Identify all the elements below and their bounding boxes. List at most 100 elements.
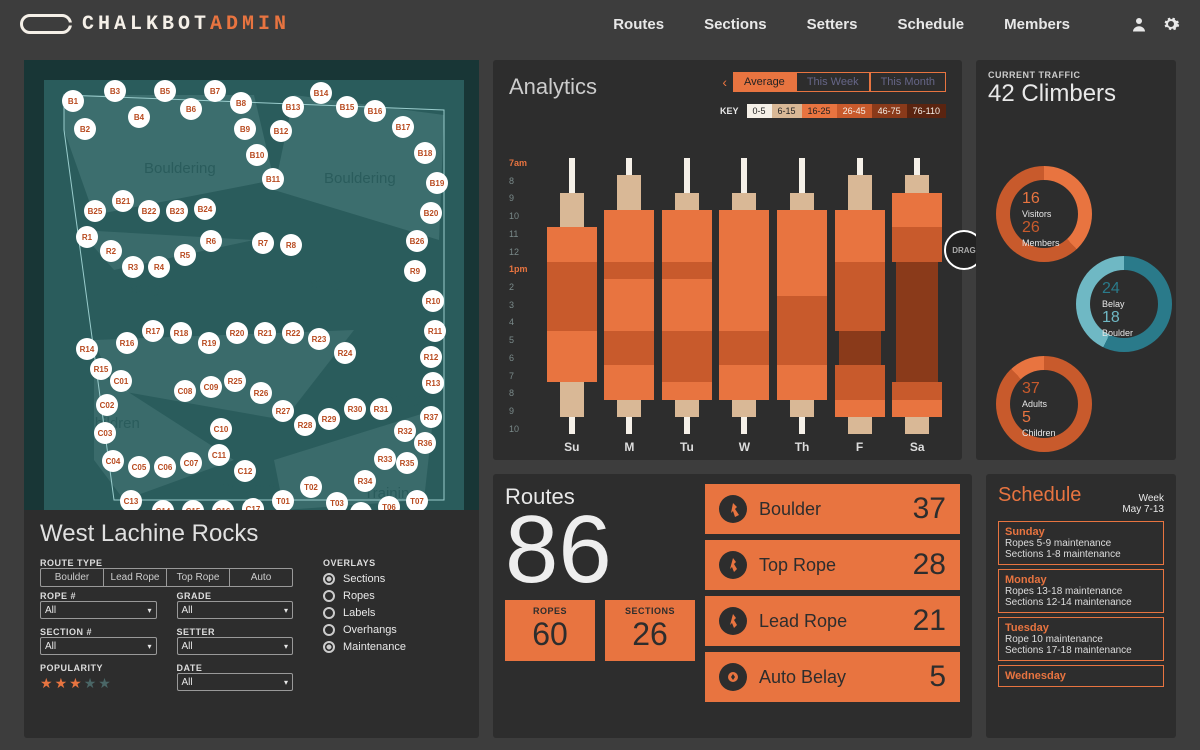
map-node[interactable]: R7 bbox=[252, 232, 274, 254]
star-icon[interactable]: ★ bbox=[69, 675, 82, 692]
map-node[interactable]: R8 bbox=[280, 234, 302, 256]
map-node[interactable]: B5 bbox=[154, 80, 176, 102]
map-node[interactable]: B2 bbox=[74, 118, 96, 140]
map-node[interactable]: R22 bbox=[282, 322, 304, 344]
map-node[interactable]: B7 bbox=[204, 80, 226, 102]
map-node[interactable]: R26 bbox=[250, 382, 272, 404]
star-icon[interactable]: ★ bbox=[55, 675, 68, 692]
rope-select[interactable]: All▾ bbox=[40, 601, 157, 619]
nav-routes[interactable]: Routes bbox=[613, 16, 664, 33]
map-node[interactable]: R17 bbox=[142, 320, 164, 342]
map-node[interactable]: B14 bbox=[310, 82, 332, 104]
map-node[interactable]: T02 bbox=[300, 476, 322, 498]
map-node[interactable]: R4 bbox=[148, 256, 170, 278]
map-node[interactable]: B9 bbox=[234, 118, 256, 140]
nav-schedule[interactable]: Schedule bbox=[897, 16, 964, 33]
map-node[interactable]: R1 bbox=[76, 226, 98, 248]
map-node[interactable]: T01 bbox=[272, 490, 294, 510]
map-node[interactable]: R18 bbox=[170, 322, 192, 344]
user-icon[interactable] bbox=[1130, 15, 1148, 33]
nav-setters[interactable]: Setters bbox=[807, 16, 858, 33]
schedule-day[interactable]: TuesdayRope 10 maintenanceSections 17-18… bbox=[998, 617, 1164, 661]
map-node[interactable]: R31 bbox=[370, 398, 392, 420]
route-type-auto[interactable]: Auto bbox=[230, 569, 292, 586]
map-node[interactable]: R12 bbox=[420, 346, 442, 368]
overlay-overhangs[interactable]: Overhangs bbox=[323, 624, 463, 636]
map-node[interactable]: R28 bbox=[294, 414, 316, 436]
schedule-day[interactable]: Wednesday bbox=[998, 665, 1164, 687]
tab-this-month[interactable]: This Month bbox=[870, 72, 946, 92]
star-icon[interactable]: ★ bbox=[84, 675, 97, 692]
map-node[interactable]: B15 bbox=[336, 96, 358, 118]
map-node[interactable]: B8 bbox=[230, 92, 252, 114]
map-node[interactable]: B23 bbox=[166, 200, 188, 222]
map-node[interactable]: C01 bbox=[110, 370, 132, 392]
map-node[interactable]: C13 bbox=[120, 490, 142, 510]
map-node[interactable]: B10 bbox=[246, 144, 268, 166]
map-node[interactable]: B22 bbox=[138, 200, 160, 222]
map-node[interactable]: R34 bbox=[354, 470, 376, 492]
map-node[interactable]: R36 bbox=[414, 432, 436, 454]
map-node[interactable]: B18 bbox=[414, 142, 436, 164]
map-node[interactable]: B12 bbox=[270, 120, 292, 142]
route-card-boulder[interactable]: Boulder37 bbox=[705, 484, 960, 534]
map-node[interactable]: B6 bbox=[180, 98, 202, 120]
map-node[interactable]: C06 bbox=[154, 456, 176, 478]
map-node[interactable]: R27 bbox=[272, 400, 294, 422]
map-node[interactable]: R24 bbox=[334, 342, 356, 364]
map-node[interactable]: R15 bbox=[90, 358, 112, 380]
section-select[interactable]: All▾ bbox=[40, 637, 157, 655]
map-node[interactable]: R29 bbox=[318, 408, 340, 430]
overlay-maintenance[interactable]: Maintenance bbox=[323, 641, 463, 653]
map-node[interactable]: B16 bbox=[364, 100, 386, 122]
map-node[interactable]: B1 bbox=[62, 90, 84, 112]
map-node[interactable]: R6 bbox=[200, 230, 222, 252]
map-node[interactable]: B4 bbox=[128, 106, 150, 128]
map-node[interactable]: B21 bbox=[112, 190, 134, 212]
date-select[interactable]: All▾ bbox=[177, 673, 294, 691]
map-node[interactable]: R3 bbox=[122, 256, 144, 278]
tab-this-week[interactable]: This Week bbox=[796, 72, 870, 92]
map-node[interactable]: B20 bbox=[420, 202, 442, 224]
map-node[interactable]: C08 bbox=[174, 380, 196, 402]
map-node[interactable]: B26 bbox=[406, 230, 428, 252]
map-node[interactable]: C04 bbox=[102, 450, 124, 472]
overlay-labels[interactable]: Labels bbox=[323, 607, 463, 619]
schedule-day[interactable]: MondayRopes 13-18 maintenanceSections 12… bbox=[998, 569, 1164, 613]
route-card-auto-belay[interactable]: Auto Belay5 bbox=[705, 652, 960, 702]
map-node[interactable]: R20 bbox=[226, 322, 248, 344]
map-node[interactable]: B11 bbox=[262, 168, 284, 190]
map-node[interactable]: R25 bbox=[224, 370, 246, 392]
map-node[interactable]: C05 bbox=[128, 456, 150, 478]
route-type-top-rope[interactable]: Top Rope bbox=[167, 569, 230, 586]
route-type-segmented[interactable]: BoulderLead RopeTop RopeAuto bbox=[40, 568, 293, 587]
map-node[interactable]: R11 bbox=[424, 320, 446, 342]
map-node[interactable]: C11 bbox=[208, 444, 230, 466]
map-node[interactable]: R32 bbox=[394, 420, 416, 442]
map-node[interactable]: R13 bbox=[422, 372, 444, 394]
popularity-stars[interactable]: ★★★★★ bbox=[40, 675, 157, 692]
map-node[interactable]: T03 bbox=[326, 492, 348, 510]
chevron-left-icon[interactable]: ‹ bbox=[722, 74, 727, 90]
map-node[interactable]: B24 bbox=[194, 198, 216, 220]
map-node[interactable]: R10 bbox=[422, 290, 444, 312]
setter-select[interactable]: All▾ bbox=[177, 637, 294, 655]
map-node[interactable]: R33 bbox=[374, 448, 396, 470]
route-card-lead-rope[interactable]: Lead Rope21 bbox=[705, 596, 960, 646]
map-node[interactable]: C03 bbox=[94, 422, 116, 444]
grade-select[interactable]: All▾ bbox=[177, 601, 294, 619]
star-icon[interactable]: ★ bbox=[98, 675, 111, 692]
map-node[interactable]: R2 bbox=[100, 240, 122, 262]
gym-map[interactable]: BoulderingBoulderingBelayBelayBelayChild… bbox=[24, 60, 479, 510]
route-card-top-rope[interactable]: Top Rope28 bbox=[705, 540, 960, 590]
map-node[interactable]: R21 bbox=[254, 322, 276, 344]
map-node[interactable]: B3 bbox=[104, 80, 126, 102]
map-node[interactable]: R35 bbox=[396, 452, 418, 474]
map-node[interactable]: C02 bbox=[96, 394, 118, 416]
map-node[interactable]: C12 bbox=[234, 460, 256, 482]
route-type-boulder[interactable]: Boulder bbox=[41, 569, 104, 586]
gear-icon[interactable] bbox=[1162, 15, 1180, 33]
map-node[interactable]: R16 bbox=[116, 332, 138, 354]
nav-sections[interactable]: Sections bbox=[704, 16, 767, 33]
map-node[interactable]: R23 bbox=[308, 328, 330, 350]
